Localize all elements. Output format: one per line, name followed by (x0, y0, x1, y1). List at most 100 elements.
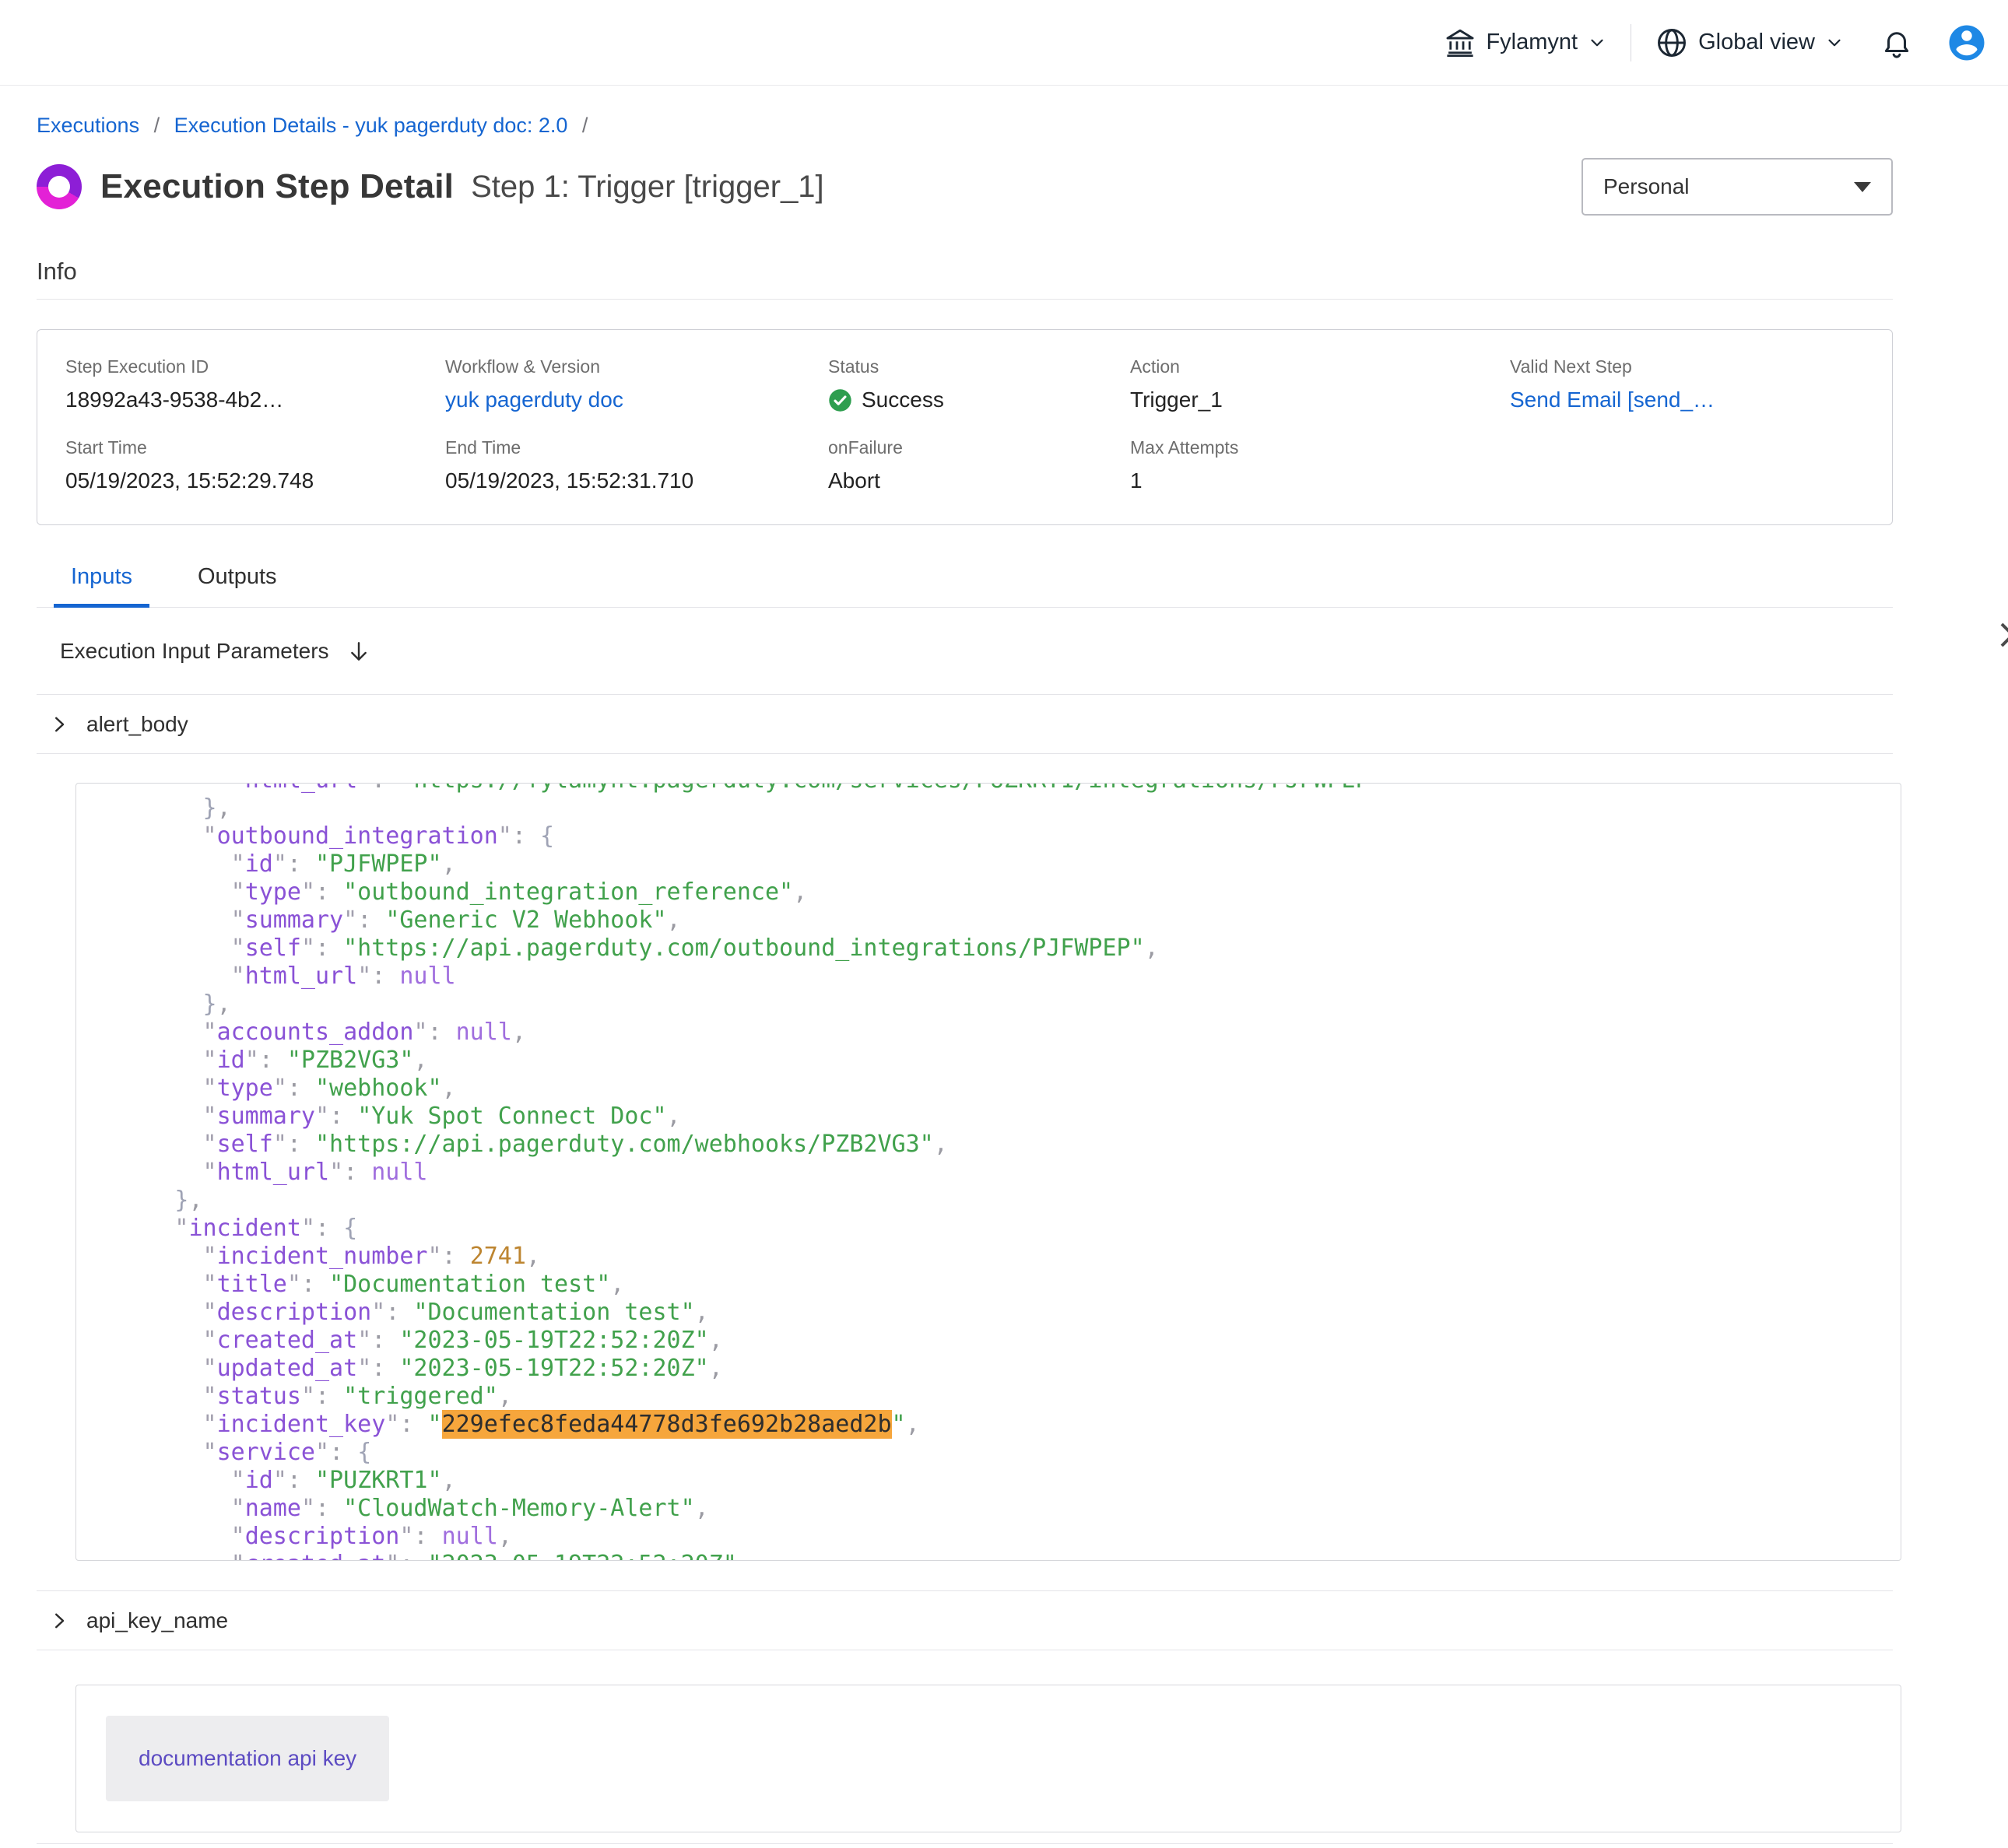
code-line: "incident": { (90, 1215, 1901, 1243)
info-field-label: Action (1130, 356, 1510, 377)
info-field-value: Abort (828, 468, 1130, 493)
info-field-label: onFailure (828, 437, 1130, 458)
bell-icon (1880, 26, 1913, 59)
info-field-value: 05/19/2023, 15:52:29.748 (65, 468, 445, 493)
code-line: "service": { (90, 1439, 1901, 1467)
code-line: "created_at": "2023-05-19T22:52:20Z", (90, 1551, 1901, 1561)
api-key-name-panel: documentation api key (75, 1685, 1901, 1832)
code-line: "accounts_addon": null, (90, 1019, 1901, 1047)
code-line: }, (90, 1187, 1901, 1215)
code-line: "created_at": "2023-05-19T22:52:20Z", (90, 1327, 1901, 1355)
info-field-label: Step Execution ID (65, 356, 445, 377)
info-field: Step Execution ID 18992a43-9538-4b2… (65, 356, 445, 412)
info-field-label: Valid Next Step (1510, 356, 1864, 377)
breadcrumb-separator: / (154, 114, 160, 137)
bank-icon (1444, 26, 1476, 59)
code-line: }, (90, 794, 1901, 822)
code-line: "description": "Documentation test", (90, 1299, 1901, 1327)
info-field: Max Attempts 1 (1130, 437, 1510, 493)
code-line: "status": "triggered", (90, 1383, 1901, 1411)
chevron-right-icon (47, 1609, 71, 1632)
info-field-value: 05/19/2023, 15:52:31.710 (445, 468, 828, 493)
section-alert-body[interactable]: alert_body (37, 695, 1893, 754)
info-field: Action Trigger_1 (1130, 356, 1510, 412)
code-line: "updated_at": "2023-05-19T22:52:20Z", (90, 1355, 1901, 1383)
section-label: alert_body (86, 712, 188, 737)
page-title: Execution Step Detail (100, 167, 454, 206)
info-field: Status Success (828, 356, 1130, 412)
info-section-heading: Info (37, 258, 1893, 286)
info-card: Step Execution ID 18992a43-9538-4b2…Workf… (37, 329, 1893, 525)
info-field: onFailure Abort (828, 437, 1130, 493)
api-key-name-chip: documentation api key (106, 1716, 389, 1801)
info-field-value[interactable]: Send Email [send_… (1510, 387, 1864, 412)
section-label: api_key_name (86, 1608, 228, 1633)
info-field-label: Workflow & Version (445, 356, 828, 377)
info-field-value[interactable]: yuk pagerduty doc (445, 387, 828, 412)
code-line: "name": "CloudWatch-Memory-Alert", (90, 1495, 1901, 1523)
code-line: "html_url": null (90, 963, 1901, 991)
topbar: Fylamynt Global view (0, 0, 2008, 86)
code-line: "outbound_integration": { (90, 822, 1901, 850)
execution-input-parameters-header[interactable]: Execution Input Parameters (37, 608, 1893, 695)
code-line: "summary": "Generic V2 Webhook", (90, 906, 1901, 935)
execution-input-parameters-label: Execution Input Parameters (60, 639, 329, 664)
code-line: "id": "PUZKRT1", (90, 1467, 1901, 1495)
tab-bar: Inputs Outputs (37, 564, 1893, 608)
code-line: "id": "PZB2VG3", (90, 1047, 1901, 1075)
info-field-label: End Time (445, 437, 828, 458)
scope-select-value: Personal (1603, 174, 1690, 199)
user-avatar[interactable] (1946, 22, 1988, 64)
info-field: Workflow & Version yuk pagerduty doc (445, 356, 828, 412)
arrow-down-icon[interactable] (346, 639, 371, 664)
alert-body-json-viewer[interactable]: "html_url": "https://fylamynt.pagerduty.… (75, 783, 1901, 1561)
info-field-label: Start Time (65, 437, 445, 458)
code-line: "type": "outbound_integration_reference"… (90, 878, 1901, 906)
breadcrumb-link-execution-details[interactable]: Execution Details - yuk pagerduty doc: 2… (174, 114, 568, 137)
code-line: "type": "webhook", (90, 1075, 1901, 1103)
info-field-label: Max Attempts (1130, 437, 1510, 458)
page-header: Execution Step Detail Step 1: Trigger [t… (37, 158, 1893, 216)
info-field-value: 18992a43-9538-4b2… (65, 387, 445, 412)
code-line: "title": "Documentation test", (90, 1271, 1901, 1299)
section-api-key-value[interactable]: api_key_value (37, 1844, 1893, 1848)
caret-down-icon (1854, 182, 1871, 192)
page-subtitle: Step 1: Trigger [trigger_1] (471, 170, 824, 205)
code-line: "self": "https://api.pagerduty.com/outbo… (90, 935, 1901, 963)
code-line: }, (90, 991, 1901, 1019)
breadcrumb: Executions / Execution Details - yuk pag… (37, 114, 1893, 138)
breadcrumb-separator: / (582, 114, 588, 137)
code-line: "html_url": "https://fylamynt.pagerduty.… (90, 783, 1901, 794)
scope-select[interactable]: Personal (1581, 158, 1893, 216)
info-field-label: Status (828, 356, 1130, 377)
code-line: "incident_key": "229efec8feda44778d3fe69… (90, 1411, 1901, 1439)
info-field: End Time 05/19/2023, 15:52:31.710 (445, 437, 828, 493)
code-line: "id": "PJFWPEP", (90, 850, 1901, 878)
info-field-value: 1 (1130, 468, 1510, 493)
code-line: "self": "https://api.pagerduty.com/webho… (90, 1131, 1901, 1159)
user-avatar-icon (1946, 22, 1988, 64)
code-line: "incident_number": 2741, (90, 1243, 1901, 1271)
info-field: Start Time 05/19/2023, 15:52:29.748 (65, 437, 445, 493)
org-label: Fylamynt (1486, 30, 1578, 55)
json-code: "html_url": "https://fylamynt.pagerduty.… (76, 783, 1901, 1561)
info-field-value: Trigger_1 (1130, 387, 1510, 412)
tab-inputs[interactable]: Inputs (54, 564, 149, 608)
workflow-ring-icon (37, 164, 82, 209)
view-label: Global view (1698, 30, 1815, 55)
chevron-down-icon (1587, 33, 1607, 53)
org-switcher[interactable]: Fylamynt (1444, 26, 1607, 59)
chevron-down-icon (1824, 33, 1845, 53)
info-field: Valid Next Step Send Email [send_… (1510, 356, 1864, 412)
check-circle-icon (828, 388, 852, 412)
breadcrumb-link-executions[interactable]: Executions (37, 114, 139, 137)
scroll-right-indicator[interactable] (1996, 619, 2008, 654)
highlighted-incident-key: 229efec8feda44778d3fe692b28aed2b (442, 1410, 892, 1439)
code-line: "html_url": null (90, 1159, 1901, 1187)
code-line: "description": null, (90, 1523, 1901, 1551)
tab-outputs[interactable]: Outputs (181, 564, 294, 608)
notifications-button[interactable] (1880, 26, 1913, 59)
view-switcher[interactable]: Global view (1655, 26, 1845, 60)
section-api-key-name[interactable]: api_key_name (37, 1591, 1893, 1650)
info-field-value: Success (828, 387, 1130, 412)
